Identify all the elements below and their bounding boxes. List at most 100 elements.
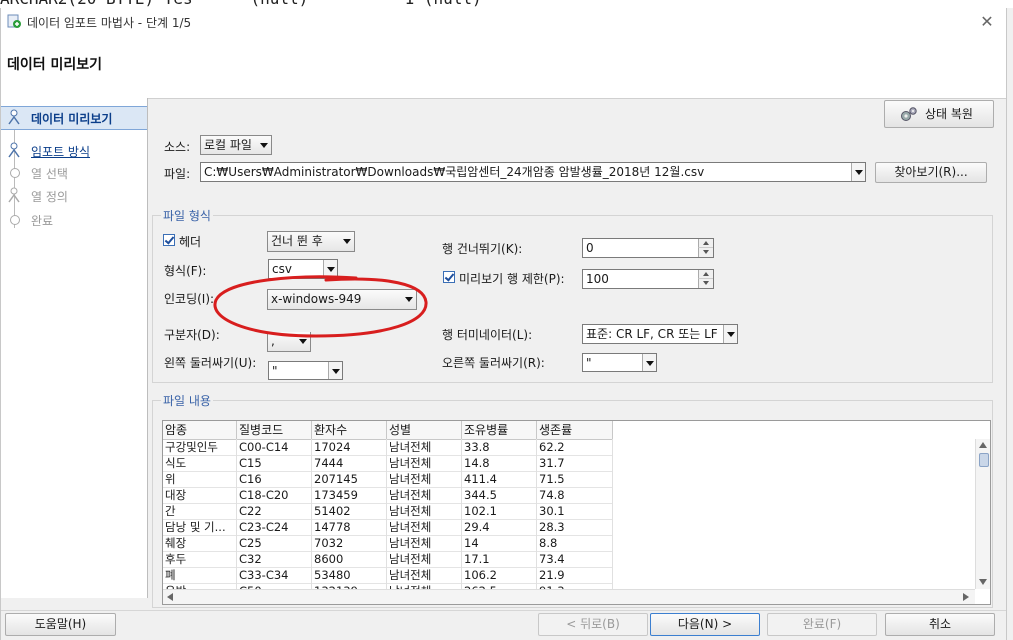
restore-state-button[interactable]: 상태 복원 bbox=[884, 100, 994, 128]
finish-button[interactable]: 완료(F) bbox=[767, 613, 877, 636]
line-terminator-dropdown[interactable]: 표준: CR LF, CR 또는 LF bbox=[582, 324, 738, 344]
table-cell: 췌장 bbox=[163, 535, 237, 551]
table-cell: 남녀전체 bbox=[387, 519, 462, 535]
step-label: 데이터 미리보기 bbox=[31, 112, 113, 126]
step-finish: 완료 bbox=[1, 209, 147, 231]
file-content-table[interactable]: 암종 질병코드 환자수 성별 조유병률 생존률 구강및인두 C00-C14 1702… bbox=[162, 420, 991, 605]
preview-limit-value: 100 bbox=[586, 272, 609, 286]
restore-state-label: 상태 복원 bbox=[925, 107, 973, 121]
background-window-strip: ARCHAR2(20 BYTE) Yes (null) 1 (null) bbox=[0, 0, 1013, 8]
spinner-down-icon[interactable] bbox=[698, 279, 713, 288]
header-checkbox[interactable] bbox=[163, 234, 175, 246]
scroll-up-icon[interactable] bbox=[979, 442, 987, 448]
file-path-input[interactable]: C:₩Users₩Administrator₩Downloads₩국립암센터_2… bbox=[200, 162, 866, 182]
page-title: 데이터 미리보기 bbox=[7, 57, 103, 73]
file-path-value: C:₩Users₩Administrator₩Downloads₩국립암센터_2… bbox=[204, 165, 705, 179]
table-cell: 남녀전체 bbox=[387, 487, 462, 503]
table-row[interactable]: 후두 C32 8600 남녀전체 17.1 73.4 bbox=[163, 551, 613, 568]
column-header[interactable]: 생존률 bbox=[537, 421, 613, 439]
step-data-preview: 데이터 미리보기 bbox=[1, 106, 147, 130]
step-label[interactable]: 임포트 방식 bbox=[31, 143, 90, 160]
vertical-scrollbar[interactable] bbox=[975, 439, 990, 589]
table-row[interactable]: 식도 C15 7444 남녀전체 14.8 31.7 bbox=[163, 455, 613, 472]
chevron-down-icon bbox=[328, 362, 342, 379]
import-wizard-window: 데이터 임포트 마법사 - 단계 1/5 ✕ 데이터 미리보기 데이터 미리보기… bbox=[0, 8, 1007, 640]
scroll-down-icon[interactable] bbox=[979, 579, 987, 585]
table-cell: 30.1 bbox=[537, 503, 613, 519]
table-row[interactable]: 폐 C33-C34 53480 남녀전체 106.2 21.9 bbox=[163, 567, 613, 584]
table-cell: C15 bbox=[237, 455, 312, 471]
skip-rows-spinner[interactable]: 0 bbox=[582, 238, 714, 258]
source-dropdown[interactable]: 로컬 파일 bbox=[200, 135, 272, 155]
step-dot-icon bbox=[10, 215, 20, 225]
table-cell: 74.8 bbox=[537, 487, 613, 503]
table-row[interactable]: 췌장 C25 7032 남녀전체 14 8.8 bbox=[163, 535, 613, 552]
header-option-dropdown[interactable]: 건너 뛴 후 bbox=[267, 231, 355, 252]
spinner-down-icon[interactable] bbox=[698, 248, 713, 257]
table-cell: 간 bbox=[163, 503, 237, 519]
table-row[interactable]: 담낭 및 기... C23-C24 14778 남녀전체 29.4 28.3 bbox=[163, 519, 613, 536]
column-header[interactable]: 환자수 bbox=[312, 421, 387, 439]
column-header[interactable]: 조유병률 bbox=[462, 421, 537, 439]
help-button[interactable]: 도움말(H) bbox=[5, 613, 116, 636]
spinner-up-icon[interactable] bbox=[698, 270, 713, 279]
spinner-up-icon[interactable] bbox=[698, 239, 713, 248]
table-row[interactable]: 간 C22 51402 남녀전체 102.1 30.1 bbox=[163, 503, 613, 520]
left-enclosure-dropdown[interactable]: " bbox=[268, 361, 343, 380]
cancel-button[interactable]: 취소 bbox=[885, 613, 995, 636]
table-cell: 28.3 bbox=[537, 519, 613, 535]
right-enclosure-label: 오른쪽 둘러싸기(R): bbox=[442, 356, 545, 370]
step-person-icon bbox=[8, 142, 20, 158]
source-label: 소스: bbox=[164, 140, 191, 154]
scroll-right-icon[interactable] bbox=[963, 593, 969, 601]
step-dot-icon bbox=[10, 168, 20, 178]
scroll-left-icon[interactable] bbox=[167, 593, 173, 601]
table-cell: C25 bbox=[237, 535, 312, 551]
preview-limit-spinner[interactable]: 100 bbox=[582, 269, 714, 289]
wizard-steps-panel: 데이터 미리보기 임포트 방식 열 선택 열 정의 완료 bbox=[1, 98, 148, 598]
table-cell: 17024 bbox=[312, 439, 387, 455]
encoding-dropdown[interactable]: x-windows-949 bbox=[267, 289, 417, 310]
table-cell: 후두 bbox=[163, 551, 237, 567]
delimiter-dropdown[interactable]: , bbox=[267, 332, 311, 352]
line-terminator-label: 행 터미네이터(L): bbox=[442, 328, 533, 342]
horizontal-scrollbar[interactable] bbox=[163, 589, 975, 604]
back-button[interactable]: < 뒤로(B) bbox=[538, 613, 648, 636]
window-title: 데이터 임포트 마법사 - 단계 1/5 bbox=[27, 16, 192, 30]
line-terminator-value: 표준: CR LF, CR 또는 LF bbox=[586, 327, 718, 341]
footer-divider bbox=[1, 610, 1006, 611]
preview-limit-checkbox[interactable] bbox=[443, 271, 455, 283]
step-person-icon bbox=[8, 187, 20, 203]
step-select-columns: 열 선택 bbox=[1, 162, 147, 184]
chevron-down-icon bbox=[323, 260, 337, 278]
format-dropdown[interactable]: csv bbox=[268, 259, 338, 279]
chevron-down-icon bbox=[296, 332, 310, 351]
chevron-down-icon bbox=[340, 232, 354, 251]
table-row[interactable]: 구강및인두 C00-C14 17024 남녀전체 33.8 62.2 bbox=[163, 439, 613, 456]
table-row[interactable]: 대장 C18-C20 173459 남녀전체 344.5 74.8 bbox=[163, 487, 613, 504]
table-header: 암종 질병코드 환자수 성별 조유병률 생존률 bbox=[163, 421, 613, 440]
column-header[interactable]: 질병코드 bbox=[237, 421, 312, 439]
column-header[interactable]: 성별 bbox=[387, 421, 462, 439]
import-wizard-icon bbox=[7, 14, 21, 28]
table-cell: 73.4 bbox=[537, 551, 613, 567]
close-icon[interactable]: ✕ bbox=[973, 10, 1001, 34]
table-cell: 구강및인두 bbox=[163, 439, 237, 455]
table-cell: 남녀전체 bbox=[387, 503, 462, 519]
right-enclosure-dropdown[interactable]: " bbox=[582, 353, 657, 372]
wizard-header: 데이터 미리보기 bbox=[1, 36, 1006, 99]
browse-button[interactable]: 찾아보기(R)... bbox=[875, 162, 987, 183]
step-import-method[interactable]: 임포트 방식 bbox=[1, 140, 147, 162]
current-step-person-icon bbox=[8, 109, 20, 125]
right-enclosure-value: " bbox=[586, 356, 592, 370]
chevron-down-icon[interactable] bbox=[851, 163, 865, 181]
column-header[interactable]: 암종 bbox=[163, 421, 237, 439]
scrollbar-thumb[interactable] bbox=[979, 453, 989, 467]
table-cell: 207145 bbox=[312, 471, 387, 487]
table-cell: C23-C24 bbox=[237, 519, 312, 535]
table-row[interactable]: 위 C16 207145 남녀전체 411.4 71.5 bbox=[163, 471, 613, 488]
encoding-label: 인코딩(I): bbox=[164, 292, 215, 306]
next-button[interactable]: 다음(N) > bbox=[650, 613, 760, 636]
table-cell: C18-C20 bbox=[237, 487, 312, 503]
table-cell: 62.2 bbox=[537, 439, 613, 455]
